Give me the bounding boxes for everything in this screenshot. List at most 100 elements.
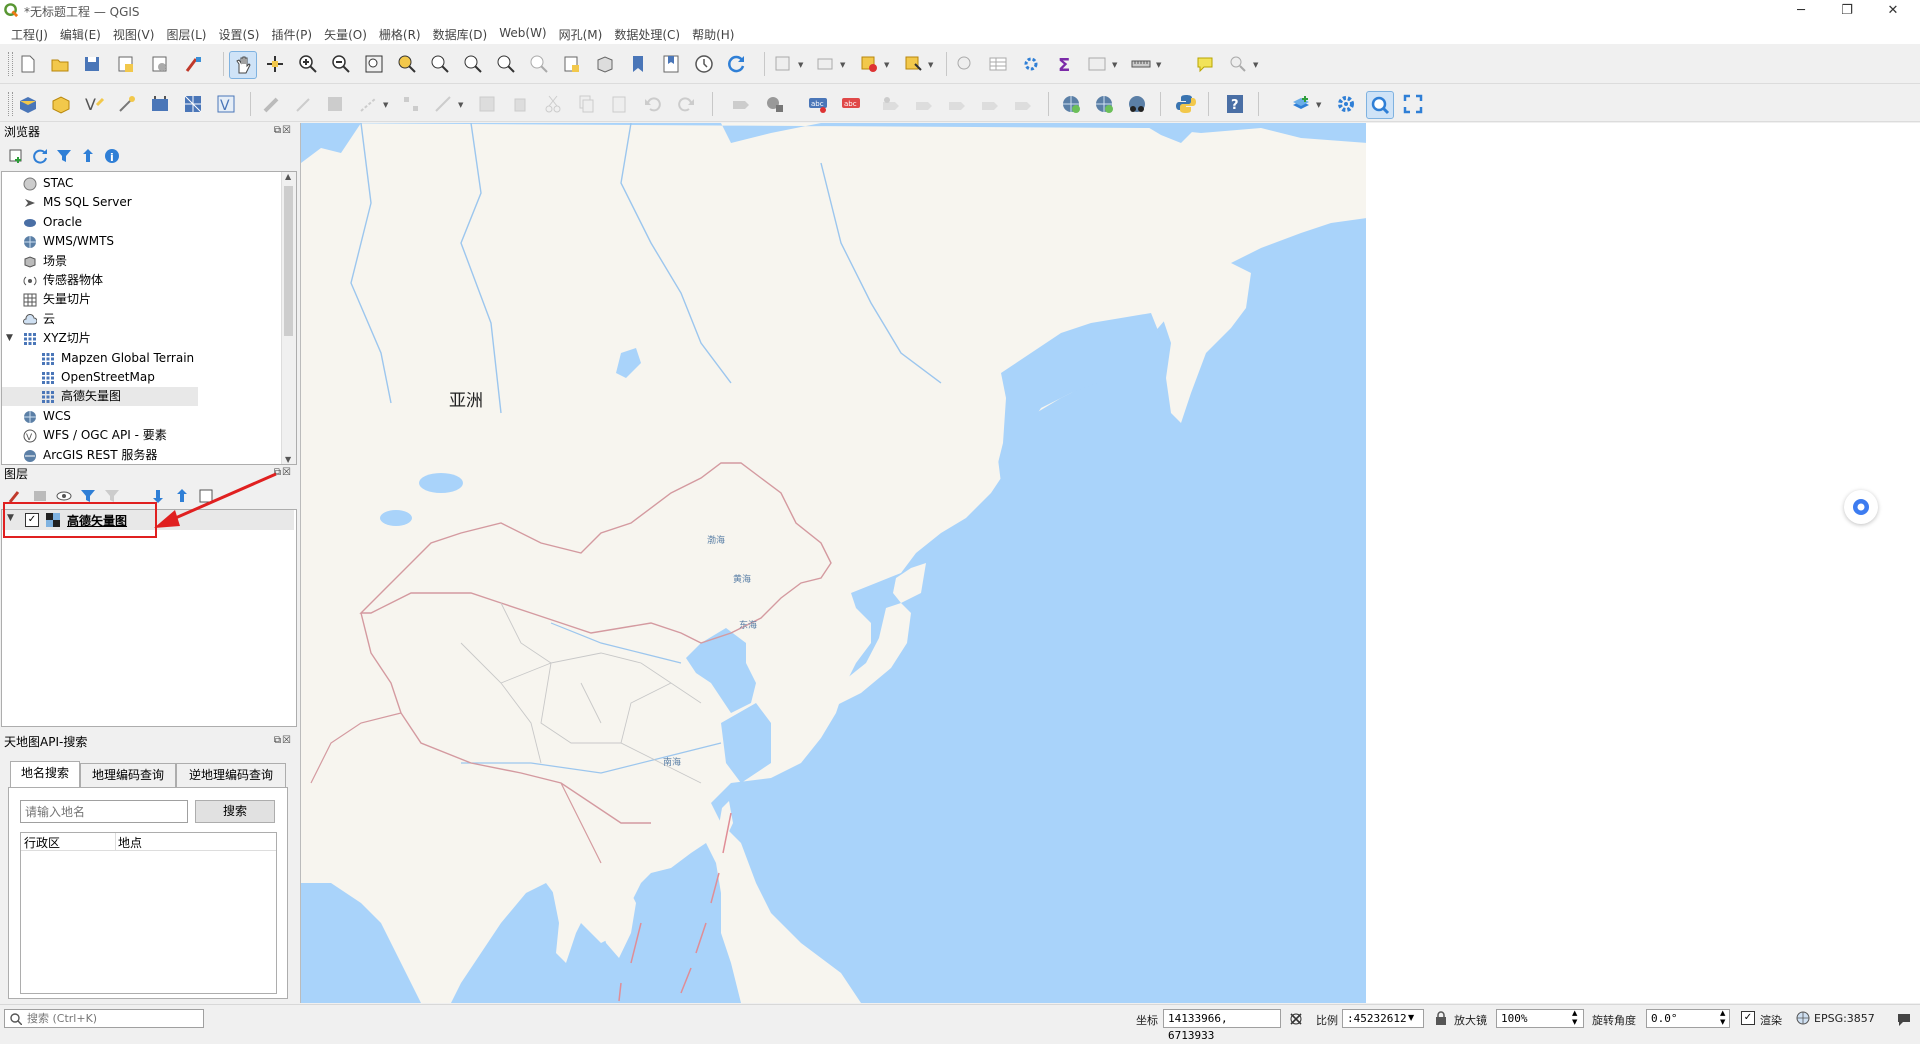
new-map-view-icon[interactable] bbox=[559, 51, 585, 77]
save-edits-icon[interactable] bbox=[322, 91, 348, 117]
add-selected-icon[interactable] bbox=[8, 148, 24, 164]
browser-item-oracle[interactable]: Oracle bbox=[2, 213, 282, 232]
coordinate-field[interactable]: 14133966, 6713933 bbox=[1163, 1009, 1281, 1042]
tab-place-search[interactable]: 地名搜索 bbox=[10, 761, 80, 787]
rotation-spinner-icon[interactable]: ▲ ▼ bbox=[1720, 1009, 1725, 1027]
new-shapefile-icon[interactable]: V bbox=[81, 91, 107, 117]
label-pin-icon[interactable]: abc bbox=[838, 91, 864, 117]
add-vector-layer-icon[interactable]: V bbox=[213, 91, 239, 117]
scrollbar-thumb[interactable] bbox=[284, 186, 293, 336]
new-bookmark-icon[interactable] bbox=[625, 51, 651, 77]
map-search-icon[interactable] bbox=[1366, 91, 1394, 119]
menu-settings[interactable]: 设置(S) bbox=[214, 22, 267, 44]
label-show-hide-icon[interactable] bbox=[878, 91, 904, 117]
refresh-icon[interactable] bbox=[724, 51, 750, 77]
new-3d-view-icon[interactable] bbox=[592, 51, 618, 77]
browser-scrollbar[interactable]: ▲ ▼ bbox=[281, 172, 296, 464]
label-callout-icon[interactable] bbox=[1010, 91, 1036, 117]
zoom-to-selection-icon[interactable] bbox=[394, 51, 420, 77]
full-extent-icon[interactable] bbox=[1400, 91, 1426, 117]
select-features-icon[interactable] bbox=[770, 51, 796, 77]
copy-features-icon[interactable] bbox=[573, 91, 599, 117]
open-attribute-table-icon[interactable] bbox=[985, 51, 1011, 77]
processing-toolbox-icon[interactable] bbox=[1018, 51, 1044, 77]
deselect-all-icon[interactable] bbox=[856, 51, 882, 77]
menu-processing[interactable]: 数据处理(C) bbox=[609, 22, 687, 44]
browser-item-openstreetmap[interactable]: OpenStreetMap bbox=[2, 368, 282, 387]
floating-assistant-button[interactable] bbox=[1844, 490, 1878, 524]
data-source-manager-icon[interactable] bbox=[15, 91, 41, 117]
menu-plugins[interactable]: 插件(P) bbox=[266, 22, 319, 44]
settings-gear-icon[interactable] bbox=[1333, 91, 1359, 117]
edit-attributes-icon[interactable] bbox=[474, 91, 500, 117]
menu-edit[interactable]: 编辑(E) bbox=[55, 22, 108, 44]
locator-search-icon[interactable] bbox=[1225, 51, 1251, 77]
layout-manager-icon[interactable] bbox=[147, 51, 173, 77]
menu-view[interactable]: 视图(V) bbox=[108, 22, 162, 44]
browser-item-场景[interactable]: 场景 bbox=[2, 252, 282, 271]
place-name-input[interactable] bbox=[20, 800, 188, 823]
pan-to-selection-icon[interactable] bbox=[262, 51, 288, 77]
collapse-all-icon[interactable] bbox=[80, 148, 96, 164]
zoom-full-icon[interactable] bbox=[361, 51, 387, 77]
zoom-in-icon[interactable] bbox=[295, 51, 321, 77]
render-checkbox[interactable]: ✓ bbox=[1741, 1011, 1755, 1025]
current-edits-icon[interactable] bbox=[290, 91, 316, 117]
zoom-next-icon[interactable] bbox=[526, 51, 552, 77]
digitize-line-icon[interactable] bbox=[355, 91, 381, 117]
tianditu-reverse-icon[interactable] bbox=[1124, 91, 1150, 117]
label-tool-icon[interactable] bbox=[728, 91, 754, 117]
map-canvas[interactable]: 亚洲 渤海 黄海 东海 南海 bbox=[300, 123, 1366, 1003]
cut-features-icon[interactable] bbox=[540, 91, 566, 117]
messages-icon[interactable] bbox=[1896, 1011, 1912, 1027]
crs-globe-icon[interactable] bbox=[1796, 1011, 1810, 1025]
browser-item-arcgis-rest-服务器[interactable]: ArcGIS REST 服务器 bbox=[2, 446, 282, 464]
search-button[interactable]: 搜索 bbox=[195, 800, 275, 823]
vertex-tool-icon[interactable] bbox=[398, 91, 424, 117]
delete-selected-icon[interactable] bbox=[507, 91, 533, 117]
browser-item-stac[interactable]: STAC bbox=[2, 174, 282, 193]
diagram-tool-icon[interactable] bbox=[762, 91, 788, 117]
tab-geocode[interactable]: 地理编码查询 bbox=[80, 763, 176, 787]
magnifier-field[interactable]: 100% bbox=[1496, 1009, 1584, 1028]
map-tips-icon[interactable] bbox=[1192, 51, 1218, 77]
browser-item-wfs-ogc-api-要素[interactable]: V WFS / OGC API - 要素 bbox=[2, 426, 282, 445]
pan-map-icon[interactable] bbox=[229, 51, 257, 79]
browser-item-xyz切片[interactable]: ▼ XYZ切片 bbox=[2, 329, 282, 348]
new-temp-layer-icon[interactable] bbox=[114, 91, 140, 117]
column-header-place[interactable]: 地点 bbox=[118, 834, 142, 851]
rotation-field[interactable]: 0.0° bbox=[1646, 1009, 1730, 1028]
menu-project[interactable]: 工程(J) bbox=[6, 22, 55, 44]
redo-icon[interactable] bbox=[673, 91, 699, 117]
toggle-editing-icon[interactable] bbox=[258, 91, 284, 117]
zoom-native-icon[interactable] bbox=[460, 51, 486, 77]
save-project-icon[interactable] bbox=[79, 51, 105, 77]
zoom-to-layer-icon[interactable] bbox=[427, 51, 453, 77]
locator-search-input[interactable]: 搜索 (Ctrl+K) bbox=[4, 1009, 204, 1028]
close-button[interactable]: ✕ bbox=[1870, 0, 1916, 22]
new-project-icon[interactable] bbox=[15, 51, 41, 77]
browser-item-ms-sql-server[interactable]: MS SQL Server bbox=[2, 193, 282, 212]
zoom-out-icon[interactable] bbox=[328, 51, 354, 77]
identify-features-icon[interactable] bbox=[952, 51, 978, 77]
menu-web[interactable]: Web(W) bbox=[494, 22, 553, 44]
temporal-controller-icon[interactable] bbox=[691, 51, 717, 77]
label-move-icon[interactable] bbox=[911, 91, 937, 117]
map-canvas-blank[interactable] bbox=[1366, 123, 1920, 1003]
paste-features-icon[interactable] bbox=[606, 91, 632, 117]
label-rotate-icon[interactable] bbox=[944, 91, 970, 117]
layer-styling-icon[interactable] bbox=[1288, 91, 1314, 117]
browser-item-传感器物体[interactable]: 传感器物体 bbox=[2, 271, 282, 290]
label-change-icon[interactable] bbox=[977, 91, 1003, 117]
lock-scale-icon[interactable] bbox=[1434, 1011, 1448, 1025]
statistical-summary-icon[interactable]: Σ bbox=[1051, 51, 1077, 77]
filter-icon[interactable] bbox=[56, 148, 72, 164]
python-console-icon[interactable] bbox=[1173, 91, 1199, 117]
expand-arrow-icon[interactable]: ▼ bbox=[6, 329, 13, 348]
browser-item-wcs[interactable]: WCS bbox=[2, 407, 282, 426]
new-print-layout-icon[interactable] bbox=[113, 51, 139, 77]
show-bookmarks-icon[interactable] bbox=[658, 51, 684, 77]
scale-dropdown-icon[interactable]: ▼ bbox=[1408, 1013, 1414, 1022]
style-manager-icon[interactable] bbox=[181, 51, 207, 77]
measure-line-icon[interactable] bbox=[1128, 51, 1154, 77]
